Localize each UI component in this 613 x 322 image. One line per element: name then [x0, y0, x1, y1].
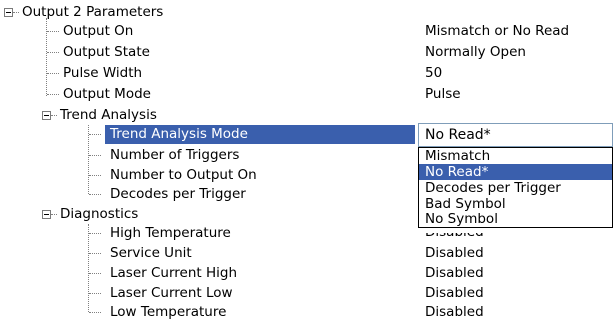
- collapse-icon[interactable]: [4, 8, 13, 17]
- tree-row[interactable]: Pulse Width 50: [0, 64, 613, 83]
- param-value[interactable]: Pulse: [425, 86, 461, 103]
- param-label: Trend Analysis Mode: [110, 126, 248, 142]
- param-label: Output Mode: [63, 86, 151, 102]
- trend-analysis-mode-select[interactable]: No Read*: [418, 123, 613, 147]
- tree-row[interactable]: Output State Normally Open: [0, 43, 613, 62]
- param-label: Pulse Width: [63, 65, 143, 81]
- param-label: Number of Triggers: [110, 147, 240, 163]
- param-value[interactable]: Disabled: [425, 245, 484, 262]
- node-label: Trend Analysis: [60, 107, 157, 123]
- dropdown-list[interactable]: Mismatch No Read* Decodes per Trigger Ba…: [418, 147, 613, 228]
- param-label: Output State: [63, 44, 150, 60]
- param-label: Output On: [63, 23, 134, 39]
- param-label: Number to Output On: [110, 167, 257, 183]
- tree-row[interactable]: Output On Mismatch or No Read: [0, 22, 613, 41]
- node-label: Output 2 Parameters: [22, 4, 164, 20]
- dropdown-option-mismatch[interactable]: Mismatch: [419, 148, 612, 164]
- param-value[interactable]: Mismatch or No Read: [425, 23, 569, 40]
- param-label: Laser Current High: [110, 265, 237, 281]
- node-label: Diagnostics: [60, 206, 139, 222]
- tree-row[interactable]: Laser Current High Disabled: [0, 264, 613, 283]
- param-value[interactable]: Disabled: [425, 265, 484, 282]
- param-label: Low Temperature: [110, 304, 227, 320]
- dropdown-option-bad-symbol[interactable]: Bad Symbol: [419, 196, 612, 212]
- tree-node-output-2-parameters[interactable]: Output 2 Parameters: [0, 3, 613, 22]
- param-label: Laser Current Low: [110, 285, 233, 301]
- param-label: High Temperature: [110, 225, 231, 241]
- collapse-icon[interactable]: [42, 210, 51, 219]
- param-value[interactable]: Disabled: [425, 285, 484, 302]
- parameter-tree: Output 2 Parameters Output On Mismatch o…: [0, 0, 613, 320]
- param-value[interactable]: Normally Open: [425, 44, 526, 61]
- tree-row[interactable]: Low Temperature Disabled: [0, 303, 613, 322]
- tree-row[interactable]: Laser Current Low Disabled: [0, 284, 613, 303]
- param-label: Service Unit: [110, 245, 192, 261]
- select-value: No Read*: [425, 127, 491, 143]
- dropdown-option-no-read[interactable]: No Read*: [419, 164, 612, 180]
- param-value[interactable]: Disabled: [425, 304, 484, 321]
- param-label: Decodes per Trigger: [110, 186, 246, 202]
- dropdown-option-decodes-per-trigger[interactable]: Decodes per Trigger: [419, 180, 612, 196]
- tree-row[interactable]: Output Mode Pulse: [0, 85, 613, 104]
- selected-row-highlight: Trend Analysis Mode: [105, 125, 415, 144]
- param-value[interactable]: 50: [425, 65, 442, 82]
- collapse-icon[interactable]: [42, 111, 51, 120]
- tree-row[interactable]: Service Unit Disabled: [0, 244, 613, 263]
- dropdown-option-no-symbol[interactable]: No Symbol: [419, 211, 612, 227]
